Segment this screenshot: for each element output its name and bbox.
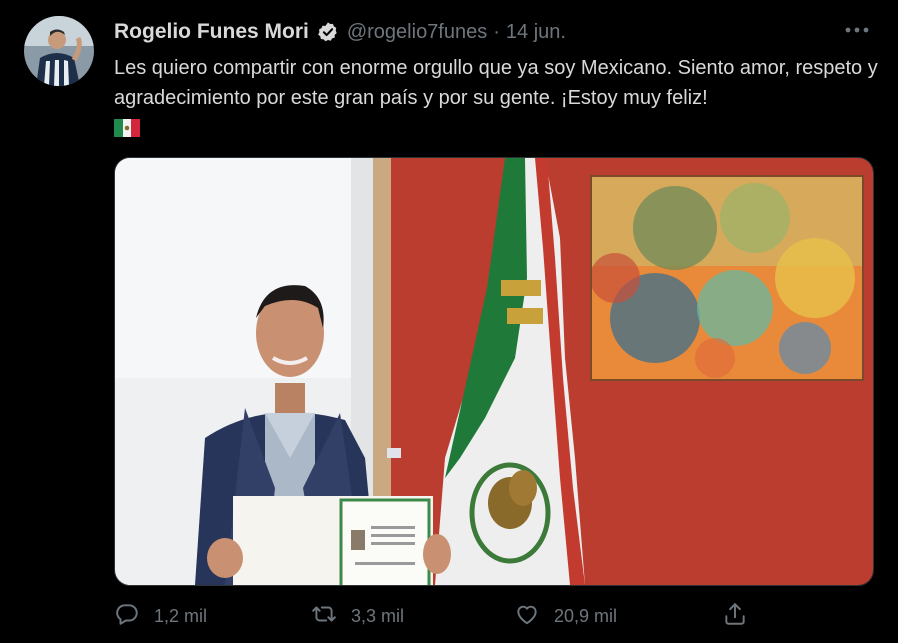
- tweet: Rogelio Funes Mori @rogelio7funes · 14 j…: [0, 0, 898, 643]
- tweet-header: Rogelio Funes Mori @rogelio7funes · 14 j…: [114, 18, 566, 46]
- like-button[interactable]: 20,9 mil: [514, 601, 617, 632]
- avatar[interactable]: [24, 16, 94, 86]
- retweet-count: 3,3 mil: [351, 606, 405, 626]
- mexico-flag-emoji: [114, 116, 140, 137]
- retweet-button[interactable]: 3,3 mil: [311, 601, 404, 632]
- heart-icon: [514, 601, 540, 632]
- like-count: 20,9 mil: [554, 606, 618, 626]
- reply-count: 1,2 mil: [154, 606, 208, 626]
- tweet-body: Les quiero compartir con enorme orgullo …: [114, 57, 878, 109]
- more-icon[interactable]: [842, 20, 872, 40]
- share-button[interactable]: [722, 601, 748, 632]
- tweet-photo[interactable]: [114, 157, 874, 586]
- verified-badge-icon: [317, 21, 339, 43]
- share-icon: [722, 601, 748, 632]
- tweet-text: Les quiero compartir con enorme orgullo …: [114, 53, 884, 143]
- reply-button[interactable]: 1,2 mil: [114, 601, 207, 632]
- tweet-date[interactable]: 14 jun.: [506, 21, 566, 44]
- reply-icon: [114, 601, 140, 632]
- tweet-actions: 1,2 mil 3,3 mil 20,9 mil: [114, 601, 774, 633]
- author-name[interactable]: Rogelio Funes Mori: [114, 20, 309, 44]
- header-separator: ·: [493, 20, 500, 43]
- retweet-icon: [311, 601, 337, 632]
- author-handle[interactable]: @rogelio7funes: [347, 21, 487, 44]
